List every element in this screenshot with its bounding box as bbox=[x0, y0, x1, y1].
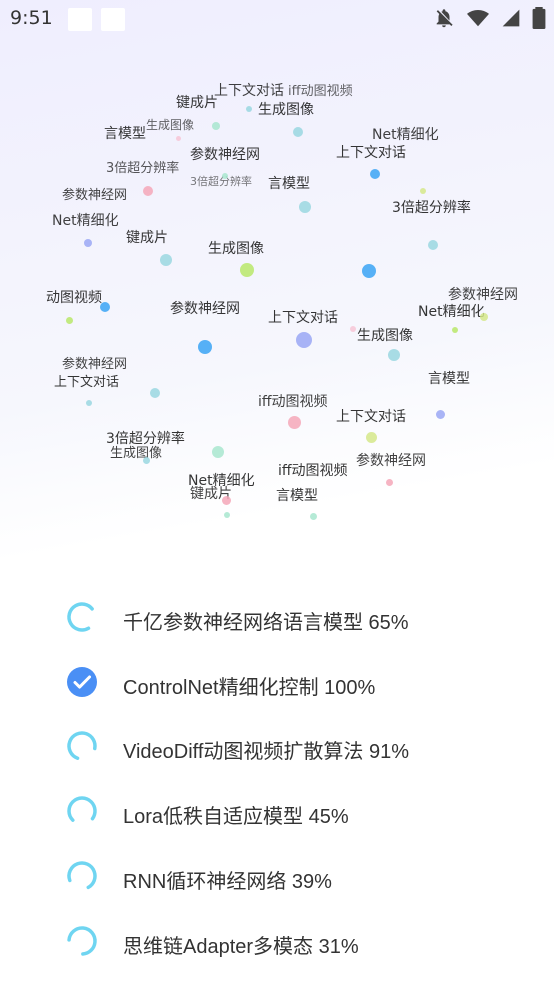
cloud-dot bbox=[198, 340, 212, 354]
cloud-word[interactable]: 生成图像 bbox=[258, 103, 314, 117]
cloud-word[interactable]: Net精细化 bbox=[418, 305, 485, 319]
cloud-word[interactable]: 参数神经网 bbox=[190, 148, 260, 162]
task-label: 思维链Adapter多模态 31% bbox=[123, 935, 359, 958]
task-row: ControlNet精细化控制 100% bbox=[0, 650, 554, 714]
cloud-word[interactable]: iff动图视频 bbox=[278, 464, 348, 478]
cloud-word[interactable]: 动图视频 bbox=[46, 291, 102, 305]
cloud-word[interactable]: iff动图视频 bbox=[258, 395, 328, 409]
cloud-dot bbox=[240, 263, 254, 277]
cloud-word[interactable]: 参数神经网 bbox=[170, 302, 240, 316]
cloud-dot bbox=[212, 446, 224, 458]
task-label: VideoDiff动图视频扩散算法 91% bbox=[123, 741, 410, 764]
cloud-dot bbox=[436, 410, 445, 419]
cloud-dot bbox=[388, 349, 400, 361]
cloud-word[interactable]: 3倍超分辨率 bbox=[190, 176, 252, 187]
cloud-word[interactable]: 3倍超分辨率 bbox=[106, 162, 179, 175]
cloud-dot bbox=[160, 254, 172, 266]
cloud-dot bbox=[452, 327, 458, 333]
cloud-word[interactable]: 言模型 bbox=[104, 127, 146, 141]
cloud-word[interactable]: Net精细化 bbox=[52, 214, 119, 228]
loading-spinner-icon bbox=[66, 795, 98, 827]
cloud-dot bbox=[420, 188, 426, 194]
cloud-word[interactable]: 生成图像 bbox=[110, 447, 162, 460]
cloud-dot bbox=[84, 239, 92, 247]
cloud-dot bbox=[66, 317, 73, 324]
status-time: 9:51 bbox=[10, 7, 53, 29]
cloud-dot bbox=[224, 512, 230, 518]
cloud-dot bbox=[299, 201, 311, 213]
cloud-dot bbox=[350, 326, 356, 332]
cloud-dot bbox=[100, 302, 110, 312]
wifi-icon bbox=[466, 10, 489, 27]
loading-spinner-icon bbox=[66, 925, 98, 957]
loading-spinner-icon bbox=[66, 601, 98, 633]
loading-spinner-icon bbox=[66, 860, 98, 892]
cloud-word[interactable]: 言模型 bbox=[428, 372, 470, 386]
cloud-word[interactable]: 上下文对话 bbox=[54, 376, 119, 389]
cloud-word[interactable]: 生成图像 bbox=[357, 329, 413, 343]
cloud-word[interactable]: 3倍超分辨率 bbox=[392, 201, 471, 215]
task-row: 思维链Adapter多模态 31% bbox=[0, 909, 554, 973]
cloud-word[interactable]: 上下文对话 bbox=[336, 410, 406, 424]
cloud-word[interactable]: 参数神经网 bbox=[448, 288, 518, 302]
task-row: RNN循环神经网络 39% bbox=[0, 844, 554, 908]
cloud-dot bbox=[176, 136, 181, 141]
cloud-word[interactable]: 上下文对话 bbox=[336, 146, 406, 160]
task-row: Lora低秩自适应模型 45% bbox=[0, 779, 554, 843]
cloud-dot bbox=[293, 127, 303, 137]
check-circle-icon bbox=[66, 666, 98, 698]
cloud-dot bbox=[480, 313, 488, 321]
cloud-word[interactable]: iff动图视频 bbox=[288, 85, 353, 98]
cloud-dot bbox=[288, 416, 301, 429]
loading-spinner-icon bbox=[66, 730, 98, 762]
cloud-dot bbox=[366, 432, 377, 443]
cloud-dot bbox=[246, 106, 252, 112]
cloud-word[interactable]: 言模型 bbox=[276, 489, 318, 503]
cloud-word[interactable]: 上下文对话 bbox=[214, 84, 284, 98]
cloud-dot bbox=[370, 169, 380, 179]
cloud-dot bbox=[143, 186, 153, 196]
status-bar: 9:51 bbox=[0, 0, 554, 38]
notifications-off-icon bbox=[436, 9, 453, 28]
task-label: Lora低秩自适应模型 45% bbox=[123, 806, 349, 829]
cloud-word[interactable]: 参数神经网 bbox=[62, 189, 127, 202]
task-label: ControlNet精细化控制 100% bbox=[123, 676, 376, 699]
task-row: 千亿参数神经网络语言模型 65% bbox=[0, 585, 554, 649]
cloud-dot bbox=[386, 479, 393, 486]
cloud-dot bbox=[222, 496, 231, 505]
task-label: RNN循环神经网络 39% bbox=[123, 870, 332, 893]
tag-cloud: 上下文对话 iff动图视频 键成片 生成图像 言模型 参数神经网 生成图像 Net精细化 上下文… bbox=[0, 40, 554, 560]
task-row: VideoDiff动图视频扩散算法 91% bbox=[0, 714, 554, 778]
cloud-word[interactable]: 键成片 bbox=[176, 96, 218, 110]
signal-icon bbox=[502, 9, 520, 27]
cloud-dot bbox=[428, 240, 438, 250]
cloud-word[interactable]: 言模型 bbox=[268, 177, 310, 191]
notification-square-icon bbox=[68, 8, 92, 31]
cloud-word[interactable]: 上下文对话 bbox=[268, 311, 338, 325]
cloud-dot bbox=[143, 457, 150, 464]
status-icons bbox=[427, 7, 546, 29]
cloud-dot bbox=[212, 122, 220, 130]
cloud-word[interactable]: 键成片 bbox=[126, 231, 168, 245]
cloud-dot bbox=[296, 332, 312, 348]
notification-square-icon bbox=[101, 8, 125, 31]
cloud-word[interactable]: Net精细化 bbox=[372, 128, 439, 142]
cloud-dot bbox=[86, 400, 92, 406]
cloud-word[interactable]: 生成图像 bbox=[146, 119, 194, 131]
cloud-word[interactable]: 参数神经网 bbox=[356, 454, 426, 468]
cloud-dot bbox=[222, 173, 228, 179]
cloud-dot bbox=[362, 264, 376, 278]
cloud-word[interactable]: 3倍超分辨率 bbox=[106, 432, 185, 446]
cloud-dot bbox=[310, 513, 317, 520]
cloud-word[interactable]: 生成图像 bbox=[208, 242, 264, 256]
battery-icon bbox=[532, 7, 546, 29]
task-label: 千亿参数神经网络语言模型 65% bbox=[123, 612, 409, 634]
cloud-word[interactable]: 参数神经网 bbox=[62, 358, 127, 371]
cloud-dot bbox=[150, 388, 160, 398]
